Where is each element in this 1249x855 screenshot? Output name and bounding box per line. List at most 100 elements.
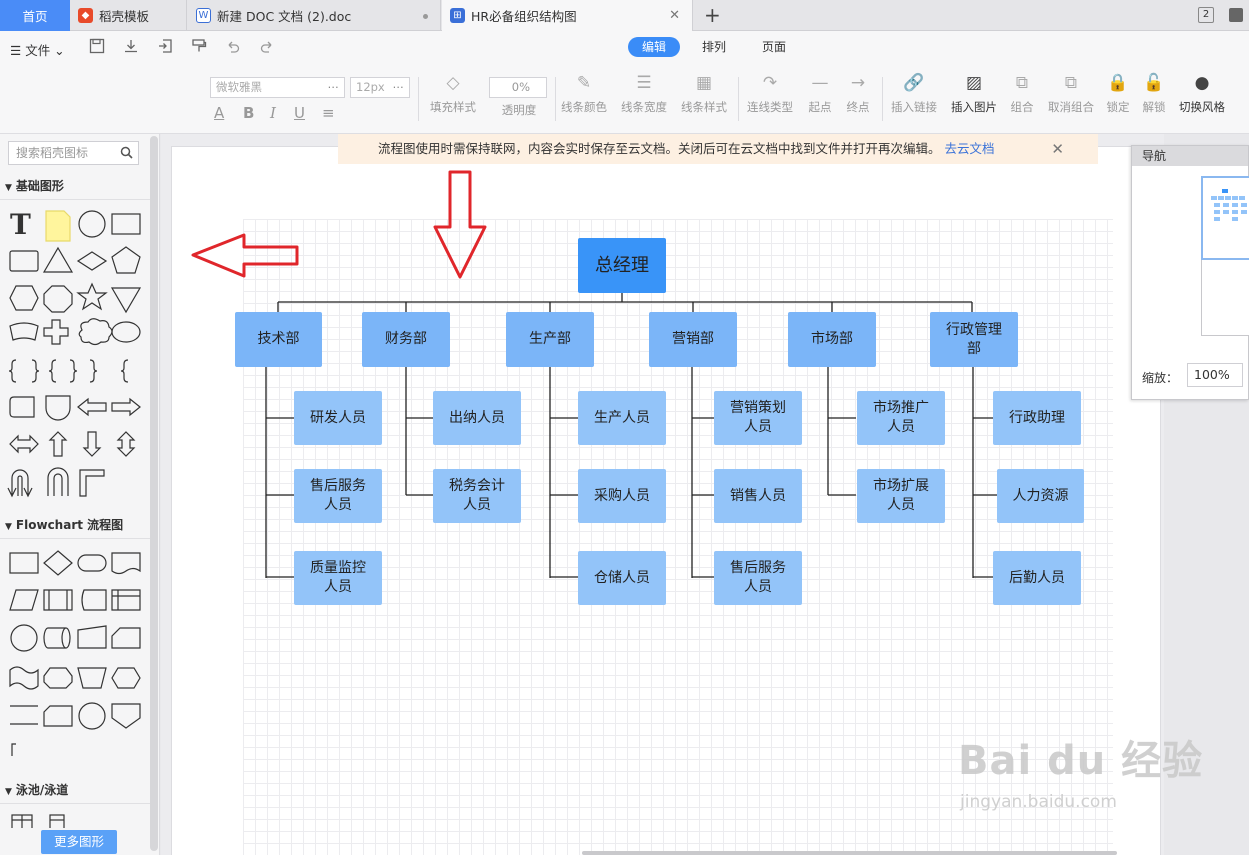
org-node-staff[interactable]: 出纳人员 (433, 391, 521, 445)
font-size-select[interactable]: 12px ⋯ (350, 77, 410, 98)
collapse-triangle-icon: ▼ (5, 183, 12, 193)
window-menu-icon[interactable] (1229, 8, 1243, 22)
tab-bar: 首页 ◆ 稻壳模板 W 新建 DOC 文档 (2).doc ⊞ HR必备组织结构… (0, 0, 1249, 31)
line-style-icon: ▦ (695, 73, 713, 93)
org-node-staff[interactable]: 生产人员 (578, 391, 666, 445)
tab-arrange[interactable]: 排列 (688, 37, 740, 57)
download-icon[interactable] (122, 38, 140, 56)
font-color-icon[interactable]: A (214, 104, 224, 122)
org-node-staff[interactable]: 行政助理 (993, 391, 1081, 445)
org-node-staff[interactable]: 研发人员 (294, 391, 382, 445)
unlock-tool[interactable]: 🔓 解锁 (1140, 71, 1168, 115)
group-icon: ⧉ (1015, 73, 1029, 93)
redo-icon[interactable] (258, 38, 276, 56)
line-width-tool[interactable]: ☰ 线条宽度 (619, 71, 669, 115)
zoom-input[interactable]: 100% (1187, 363, 1243, 387)
go-cloud-docs-link[interactable]: 去云文档 (945, 141, 995, 156)
shape-search-input[interactable]: 搜索稻壳图标 (8, 141, 139, 165)
tab-home[interactable]: 首页 (0, 0, 70, 31)
org-node-dept[interactable]: 行政管理部 (930, 312, 1018, 367)
new-tab-button[interactable]: + (704, 3, 721, 27)
lock-tool[interactable]: 🔒 锁定 (1104, 71, 1132, 115)
cloud-notice-bar: 流程图使用时需保持联网，内容会实时保存至云文档。关闭后可在云文档中找到文件并打开… (338, 134, 1098, 164)
line-width-icon: ☰ (636, 73, 652, 93)
undo-icon[interactable] (224, 38, 242, 56)
connector-type-tool[interactable]: ↷ 连线类型 (745, 71, 795, 115)
org-node-dept[interactable]: 财务部 (362, 312, 450, 367)
org-node-dept[interactable]: 生产部 (506, 312, 594, 367)
tab-edit[interactable]: 编辑 (628, 37, 681, 57)
ungroup-icon: ⧉ (1064, 73, 1078, 93)
org-node-staff[interactable]: 后勤人员 (993, 551, 1081, 605)
org-node-staff[interactable]: 仓储人员 (578, 551, 666, 605)
navigator-viewport[interactable] (1201, 176, 1249, 260)
pen-icon: ✎ (576, 73, 592, 93)
org-node-staff[interactable]: 售后服务人员 (294, 469, 382, 523)
zoom-label: 缩放： (1142, 371, 1179, 385)
insert-link-tool[interactable]: 🔗 插入链接 (888, 71, 940, 115)
export-icon[interactable] (156, 38, 174, 56)
org-node-staff[interactable]: 销售人员 (714, 469, 802, 523)
search-icon[interactable] (120, 146, 133, 159)
section-basic-shapes[interactable]: ▼ 基础图形 (0, 172, 150, 200)
mode-tabs: 编辑 排列 页面 (628, 37, 808, 57)
line-color-tool[interactable]: ✎ 线条颜色 (559, 71, 609, 115)
org-node-staff[interactable]: 税务会计人员 (433, 469, 521, 523)
close-tab-icon[interactable]: ✕ (669, 8, 680, 23)
org-node-staff[interactable]: 售后服务人员 (714, 551, 802, 605)
underline-icon[interactable]: U (294, 104, 305, 122)
tab-docer-templates[interactable]: ◆ 稻壳模板 (70, 0, 187, 31)
end-arrow-tool[interactable]: → 终点 (842, 71, 874, 115)
format-painter-icon[interactable] (190, 38, 208, 56)
red-arrow-annotations (191, 170, 487, 279)
pool-shapes-grid[interactable] (10, 812, 70, 828)
org-node-staff[interactable]: 市场扩展人员 (857, 469, 945, 523)
palette-icon: ● (1194, 73, 1210, 93)
section-basic-label: 基础图形 (15, 179, 64, 193)
org-node-staff[interactable]: 人力资源 (997, 469, 1084, 523)
ungroup-tool[interactable]: ⧉ 取消组合 (1045, 71, 1097, 115)
panel-scrollbar[interactable] (150, 136, 158, 851)
start-arrow-tool[interactable]: — 起点 (804, 71, 836, 115)
navigator-title[interactable]: 导航 (1132, 146, 1248, 166)
org-node-dept[interactable]: 技术部 (235, 312, 322, 367)
file-menu[interactable]: ☰ 文件 ⌄ (10, 40, 65, 59)
font-family-select[interactable]: 微软雅黑 ⋯ (210, 77, 345, 98)
insert-image-tool[interactable]: ▨ 插入图片 (948, 71, 1000, 115)
baidu-watermark: Bai du 经验 jingyan.baidu.com (958, 728, 1203, 812)
org-node-staff[interactable]: 营销策划人员 (714, 391, 802, 445)
org-node-staff[interactable]: 市场推广人员 (857, 391, 945, 445)
org-node-staff[interactable]: 质量监控人员 (294, 551, 382, 605)
tab-doc-label: 新建 DOC 文档 (2).doc (217, 9, 352, 24)
more-shapes-button[interactable]: 更多图形 (41, 830, 117, 854)
tab-count-badge[interactable]: 2 (1198, 7, 1214, 23)
section-flowchart[interactable]: ▼ Flowchart 流程图 (0, 511, 150, 539)
bold-icon[interactable]: B (243, 104, 254, 122)
file-menu-label: 文件 (25, 43, 51, 58)
close-notice-icon[interactable]: ✕ (1051, 134, 1064, 164)
connector-type-label: 连线类型 (747, 100, 793, 114)
horizontal-scrollbar[interactable] (582, 851, 1117, 855)
unsaved-dot-icon (423, 14, 428, 19)
switch-style-tool[interactable]: ● 切换风格 (1176, 71, 1228, 115)
org-node-dept[interactable]: 营销部 (649, 312, 737, 367)
basic-shapes-grid[interactable]: T (4, 206, 146, 502)
org-node-dept[interactable]: 市场部 (788, 312, 876, 367)
tab-org-chart[interactable]: ⊞ HR必备组织结构图 ✕ (442, 0, 693, 31)
org-node-ceo[interactable]: 总经理 (578, 238, 666, 293)
org-node-staff[interactable]: 采购人员 (578, 469, 666, 523)
italic-icon[interactable]: I (270, 104, 276, 122)
save-icon[interactable] (88, 38, 106, 56)
tab-doc-file[interactable]: W 新建 DOC 文档 (2).doc (188, 0, 441, 31)
group-tool[interactable]: ⧉ 组合 (1008, 71, 1036, 115)
flowchart-shapes-grid[interactable] (4, 546, 146, 756)
line-style-tool[interactable]: ▦ 线条样式 (679, 71, 729, 115)
section-pool-lanes[interactable]: ▼ 泳池/泳道 (0, 776, 150, 804)
align-icon[interactable]: ≡ (322, 104, 335, 122)
separator (882, 77, 883, 121)
tab-page[interactable]: 页面 (748, 37, 800, 57)
insert-link-label: 插入链接 (891, 100, 937, 114)
collapse-triangle-icon: ▼ (5, 522, 12, 532)
fill-style-tool[interactable]: ◇ 填充样式 (428, 71, 478, 115)
opacity-input[interactable]: 0% (489, 77, 547, 98)
